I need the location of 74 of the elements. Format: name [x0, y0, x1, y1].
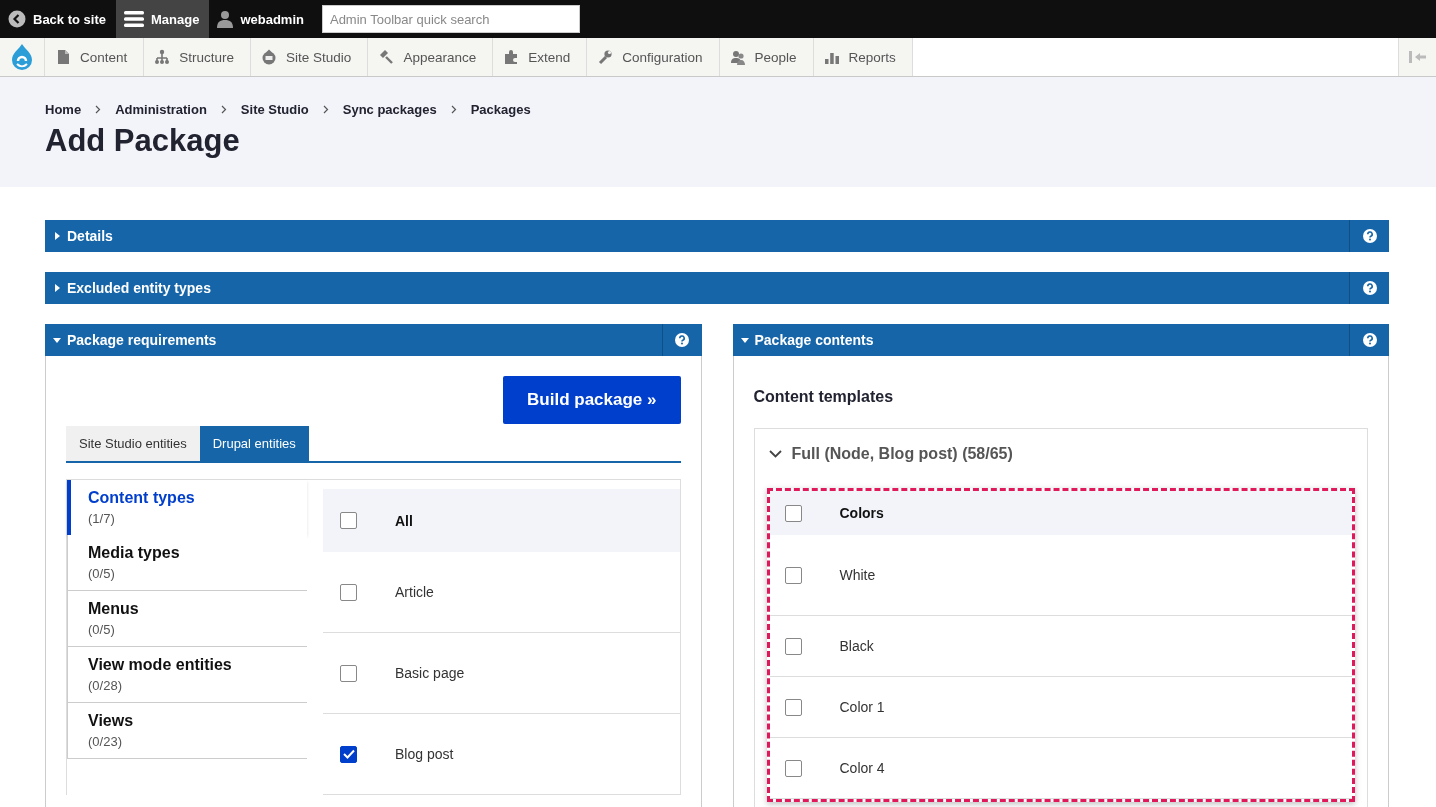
search-field[interactable]: Admin Toolbar quick search [321, 5, 580, 33]
checkbox[interactable] [340, 664, 357, 682]
item-label: Color 4 [839, 760, 885, 776]
checkbox[interactable] [784, 637, 802, 655]
page-title: Add Package [45, 123, 241, 159]
category-tab[interactable]: Views (0/23) [67, 703, 307, 759]
content-templates-heading: Content templates [753, 388, 895, 406]
chevron-right-icon [322, 105, 329, 114]
help-icon [1362, 229, 1377, 243]
help-icon [675, 333, 689, 347]
chevron-right-icon [95, 105, 102, 114]
breadcrumb-link[interactable]: Administration [115, 102, 207, 117]
nav-item[interactable]: Appearance [368, 38, 494, 76]
breadcrumb-link[interactable]: Site Studio [240, 102, 309, 117]
drop-logo-icon[interactable] [10, 43, 34, 71]
hierarchy-icon [154, 49, 171, 65]
wrench-icon [597, 49, 614, 65]
drop-icon [261, 49, 278, 65]
checkbox[interactable] [340, 745, 357, 763]
back-to-site-link[interactable]: Back to site [0, 0, 116, 38]
nav-item[interactable]: People [719, 38, 814, 76]
category-tab[interactable]: View mode entities (0/28) [67, 647, 307, 703]
user-link[interactable]: webadmin [209, 0, 314, 38]
build-package-button[interactable]: Build package » [503, 376, 681, 424]
menu-icon [124, 11, 144, 27]
item-label: Black [839, 638, 874, 654]
item-label: White [839, 567, 876, 583]
section-title: Details [67, 228, 113, 244]
item-label: Colors [839, 505, 884, 521]
help-icon [1362, 281, 1377, 295]
checkbox[interactable] [784, 566, 802, 584]
breadcrumb-link[interactable]: Sync packages [342, 102, 437, 117]
tab[interactable]: Site Studio entities [66, 426, 200, 461]
people-icon [729, 49, 746, 65]
chevron-right-icon [450, 105, 457, 114]
breadcrumb-link[interactable]: Packages [470, 102, 531, 117]
section-title: Package requirements [67, 332, 217, 348]
section-title: Package contents [754, 332, 874, 348]
manage-button[interactable]: Manage [116, 0, 210, 38]
collapse-arrow-icon [1408, 50, 1427, 64]
section-title: Excluded entity types [67, 280, 211, 296]
document-icon [55, 49, 71, 65]
hammer-icon [378, 49, 395, 65]
section-header[interactable]: Excluded entity types [45, 272, 1389, 304]
category-tab[interactable]: Menus (0/5) [67, 591, 307, 647]
checkbox[interactable] [784, 759, 802, 777]
checkbox[interactable] [340, 512, 357, 529]
breadcrumb-link[interactable]: Home [45, 102, 82, 117]
category-tab[interactable]: Content types (1/7) [67, 480, 307, 535]
item-label: All [395, 512, 413, 529]
nav-item[interactable]: Structure [144, 38, 252, 76]
nav-item[interactable]: Content [45, 38, 145, 76]
nav-item[interactable]: Site Studio [251, 38, 369, 76]
nav-item[interactable]: Extend [493, 38, 588, 76]
item-label: Color 1 [839, 699, 885, 715]
section-header[interactable]: Details [45, 220, 1389, 252]
checkbox[interactable] [784, 504, 802, 522]
item-label: Blog post [395, 746, 454, 762]
group-toggle[interactable]: Full (Node, Blog post) (58/65) [766, 429, 1019, 478]
item-label: Article [395, 584, 434, 600]
checkbox[interactable] [784, 698, 802, 716]
section-header[interactable]: Package contents [732, 324, 1389, 356]
item-label: Basic page [395, 665, 465, 681]
chevron-right-icon [220, 105, 227, 114]
puzzle-icon [503, 49, 520, 65]
tab[interactable]: Drupal entities [199, 426, 309, 461]
nav-item[interactable]: Configuration [587, 38, 720, 76]
checkbox[interactable] [340, 583, 357, 601]
chevron-down-icon [768, 449, 782, 458]
section-header[interactable]: Package requirements [45, 324, 702, 356]
user-icon [217, 10, 234, 28]
category-tab[interactable]: Media types (0/5) [67, 535, 307, 591]
nav-item[interactable]: Reports [813, 38, 913, 76]
help-icon [1362, 333, 1377, 347]
